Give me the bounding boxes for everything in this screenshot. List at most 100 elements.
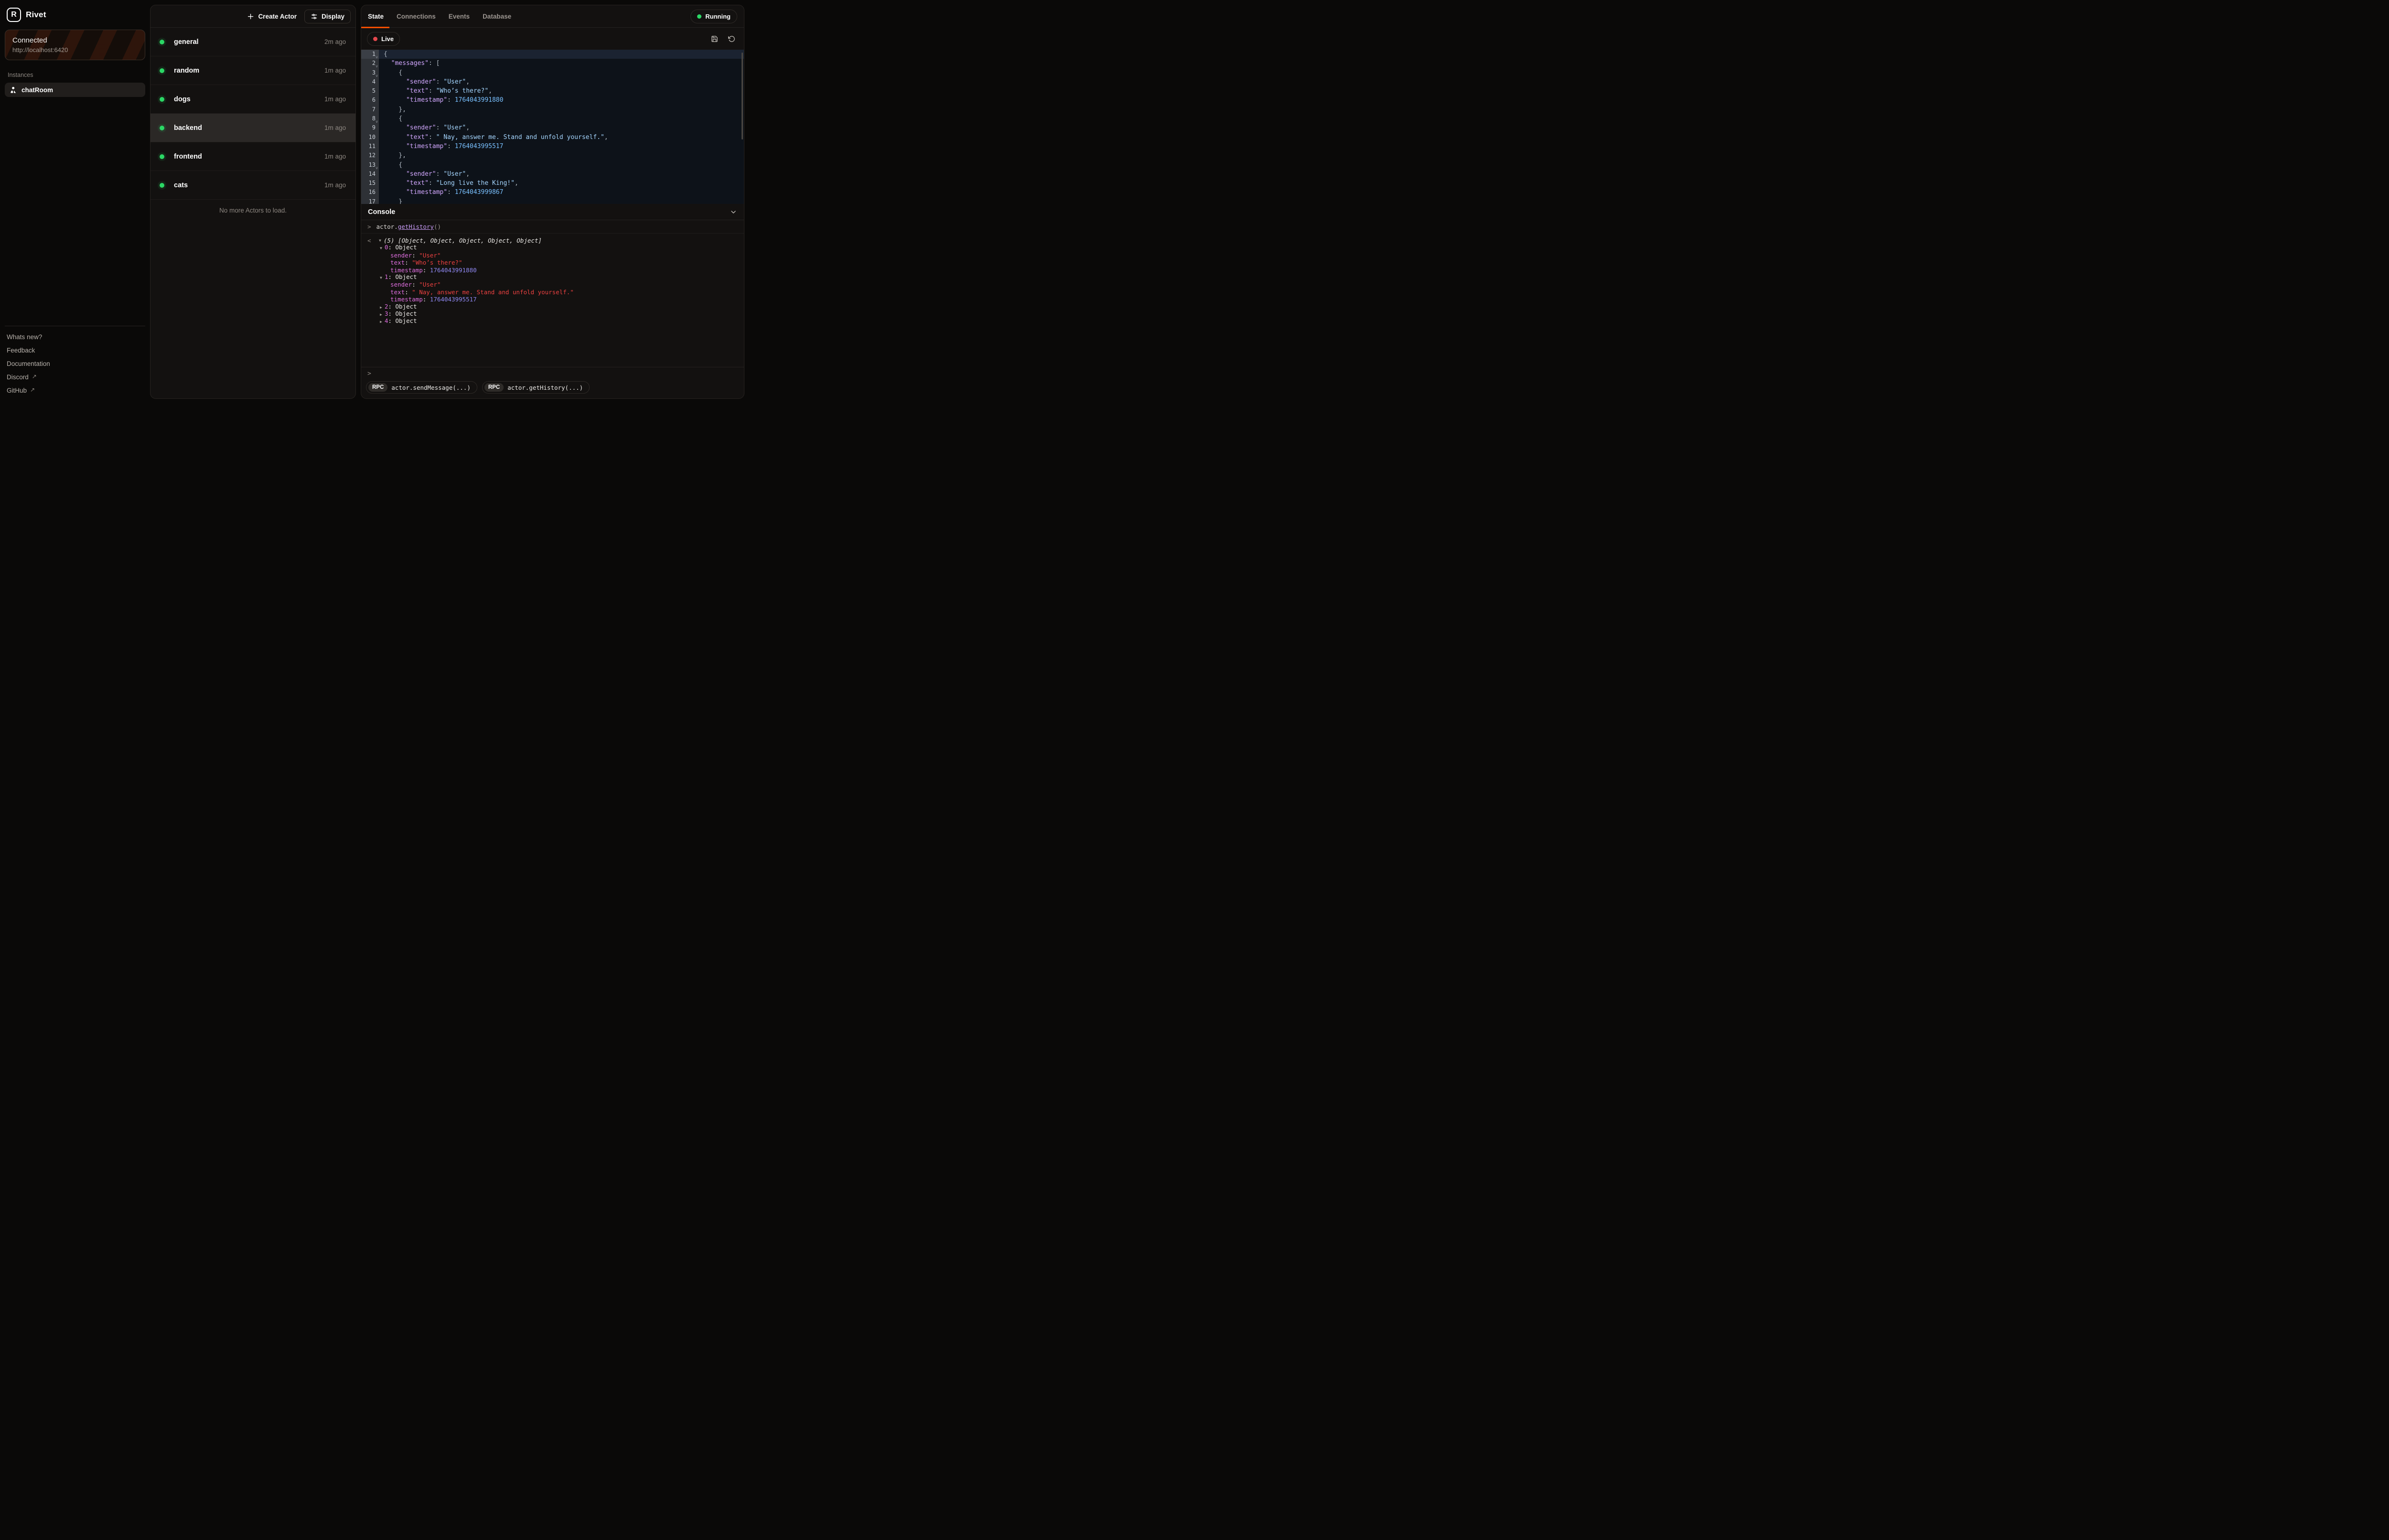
- editor-line[interactable]: 13v {: [361, 160, 744, 170]
- triangle-right-icon[interactable]: ▶: [380, 320, 382, 324]
- console-kv-row: text: " Nay, answer me. Stand and unfold…: [390, 289, 574, 296]
- sidebar-link-github[interactable]: GitHub↗: [7, 384, 143, 397]
- rpc-shortcut-button[interactable]: RPCactor.getHistory(...): [482, 381, 590, 394]
- fold-chevron-icon[interactable]: v: [376, 117, 378, 126]
- code-token: "text": [406, 134, 429, 141]
- triangle-down-icon[interactable]: ▼: [380, 246, 382, 250]
- brand-name: Rivet: [26, 10, 46, 20]
- editor-line[interactable]: 7 },: [361, 105, 744, 114]
- editor-line[interactable]: 5 "text": "Who’s there?",: [361, 86, 744, 96]
- actor-last-active: 1m ago: [324, 96, 346, 103]
- editor-line[interactable]: 9 "sender": "User",: [361, 123, 744, 132]
- sidebar-instance-item[interactable]: chatRoom: [5, 83, 145, 97]
- console-tree-row[interactable]: timestamp: 1764043995517: [367, 296, 738, 303]
- sidebar-link-feedback[interactable]: Feedback: [7, 343, 143, 357]
- actor-row[interactable]: backend1m ago: [151, 114, 355, 142]
- console-tree-row[interactable]: text: "Who’s there?": [367, 259, 738, 266]
- fold-chevron-icon[interactable]: v: [376, 62, 378, 71]
- triangle-down-icon[interactable]: ▼: [379, 237, 381, 244]
- console-tree-row[interactable]: sender: "User": [367, 281, 738, 288]
- editor-line[interactable]: 6 "timestamp": 1764043991880: [361, 96, 744, 105]
- editor-line[interactable]: 12 },: [361, 151, 744, 160]
- display-button[interactable]: Display: [304, 10, 351, 23]
- editor-line[interactable]: 10 "text": " Nay, answer me. Stand and u…: [361, 133, 744, 142]
- chevron-down-icon[interactable]: [730, 208, 737, 216]
- triangle-right-icon[interactable]: ▶: [380, 305, 382, 310]
- editor-line-number: 16: [361, 188, 379, 197]
- editor-line[interactable]: 4 "sender": "User",: [361, 77, 744, 86]
- editor-line[interactable]: 14 "sender": "User",: [361, 170, 744, 179]
- save-state-button[interactable]: [708, 32, 721, 45]
- console-tree-row[interactable]: sender: "User": [367, 252, 738, 259]
- tab-state[interactable]: State: [368, 5, 384, 27]
- console-tree-row[interactable]: ▶3: Object: [367, 310, 738, 318]
- console-input-row[interactable]: >: [361, 367, 744, 380]
- status-dot-icon: [160, 97, 164, 102]
- actor-row[interactable]: cats1m ago: [151, 171, 355, 200]
- rpc-shortcut-button[interactable]: RPCactor.sendMessage(...): [366, 381, 477, 394]
- console-kv-row: text: "Who’s there?": [390, 259, 463, 266]
- editor-line[interactable]: 2v "messages": [: [361, 59, 744, 68]
- state-json-editor[interactable]: 1v{2v "messages": [3v {4 "sender": "User…: [361, 50, 744, 204]
- console-result-summary[interactable]: <▼(5) [Object, Object, Object, Object, O…: [367, 237, 738, 244]
- fold-chevron-icon[interactable]: v: [376, 53, 378, 62]
- actor-row[interactable]: general2m ago: [151, 28, 355, 56]
- console-tree-row[interactable]: ▼1: Object: [367, 274, 738, 281]
- editor-line-content: "text": "Who’s there?",: [379, 86, 744, 96]
- running-green-dot-icon: [697, 14, 701, 19]
- object-label: : Object: [388, 244, 417, 251]
- editor-line-number: 5: [361, 86, 379, 96]
- object-label: : Object: [388, 317, 417, 324]
- editor-scrollbar[interactable]: [742, 53, 743, 139]
- console-tree-row[interactable]: text: " Nay, answer me. Stand and unfold…: [367, 289, 738, 296]
- editor-line[interactable]: 16 "timestamp": 1764043999867: [361, 188, 744, 197]
- console-tree-row[interactable]: ▶2: Object: [367, 303, 738, 310]
- editor-line[interactable]: 1v{: [361, 50, 744, 59]
- console-tree-row[interactable]: ▼0: Object: [367, 244, 738, 251]
- editor-line-content: "text": "Long live the King!",: [379, 179, 744, 188]
- sidebar-link-label: GitHub: [7, 387, 27, 394]
- sidebar-link-documentation[interactable]: Documentation: [7, 357, 143, 370]
- create-actor-button[interactable]: Create Actor: [242, 10, 301, 23]
- tab-connections[interactable]: Connections: [397, 5, 436, 27]
- editor-line-number: 1v: [361, 50, 379, 59]
- triangle-down-icon[interactable]: ▼: [380, 276, 382, 280]
- editor-line[interactable]: 11 "timestamp": 1764043995517: [361, 142, 744, 151]
- tab-database[interactable]: Database: [483, 5, 511, 27]
- tab-events[interactable]: Events: [449, 5, 470, 27]
- editor-line[interactable]: 8v {: [361, 114, 744, 123]
- sidebar-link-discord[interactable]: Discord↗: [7, 370, 143, 384]
- code-token: : [: [429, 60, 440, 67]
- editor-line[interactable]: 15 "text": "Long live the King!",: [361, 179, 744, 188]
- code-token: :: [429, 87, 436, 95]
- running-status-badge[interactable]: Running: [690, 10, 737, 23]
- live-badge[interactable]: Live: [367, 32, 400, 46]
- sidebar-link-whats-new-[interactable]: Whats new?: [7, 330, 143, 343]
- triangle-right-icon[interactable]: ▶: [380, 312, 382, 317]
- code-token: [384, 78, 406, 86]
- property-key: timestamp: [390, 267, 423, 274]
- code-token: {: [384, 69, 402, 76]
- code-token: "sender": [406, 124, 436, 131]
- editor-line-content: "sender": "User",: [379, 77, 744, 86]
- console-history-row[interactable]: > actor.getHistory(): [361, 220, 744, 234]
- fold-chevron-icon[interactable]: v: [376, 163, 378, 172]
- editor-line[interactable]: 3v {: [361, 68, 744, 77]
- sidebar-footer: Whats new?FeedbackDocumentationDiscord↗G…: [5, 326, 145, 404]
- return-value-icon: <: [367, 237, 379, 244]
- actor-row[interactable]: random1m ago: [151, 56, 355, 85]
- reset-state-button[interactable]: [725, 32, 738, 45]
- console-tree-row[interactable]: ▶4: Object: [367, 318, 738, 325]
- editor-line[interactable]: 17 }: [361, 197, 744, 204]
- code-token: :: [429, 180, 436, 187]
- actor-row[interactable]: frontend1m ago: [151, 142, 355, 171]
- actor-row[interactable]: dogs1m ago: [151, 85, 355, 114]
- console-tree-row[interactable]: timestamp: 1764043991880: [367, 267, 738, 274]
- sidebar-link-label: Discord: [7, 374, 29, 381]
- fold-chevron-icon[interactable]: v: [376, 71, 378, 80]
- editor-line-content: "timestamp": 1764043999867: [379, 188, 744, 197]
- rpc-badge: RPC: [368, 383, 387, 392]
- code-token: :: [429, 134, 436, 141]
- console-header[interactable]: Console: [361, 204, 744, 220]
- property-value: 1764043995517: [430, 296, 477, 303]
